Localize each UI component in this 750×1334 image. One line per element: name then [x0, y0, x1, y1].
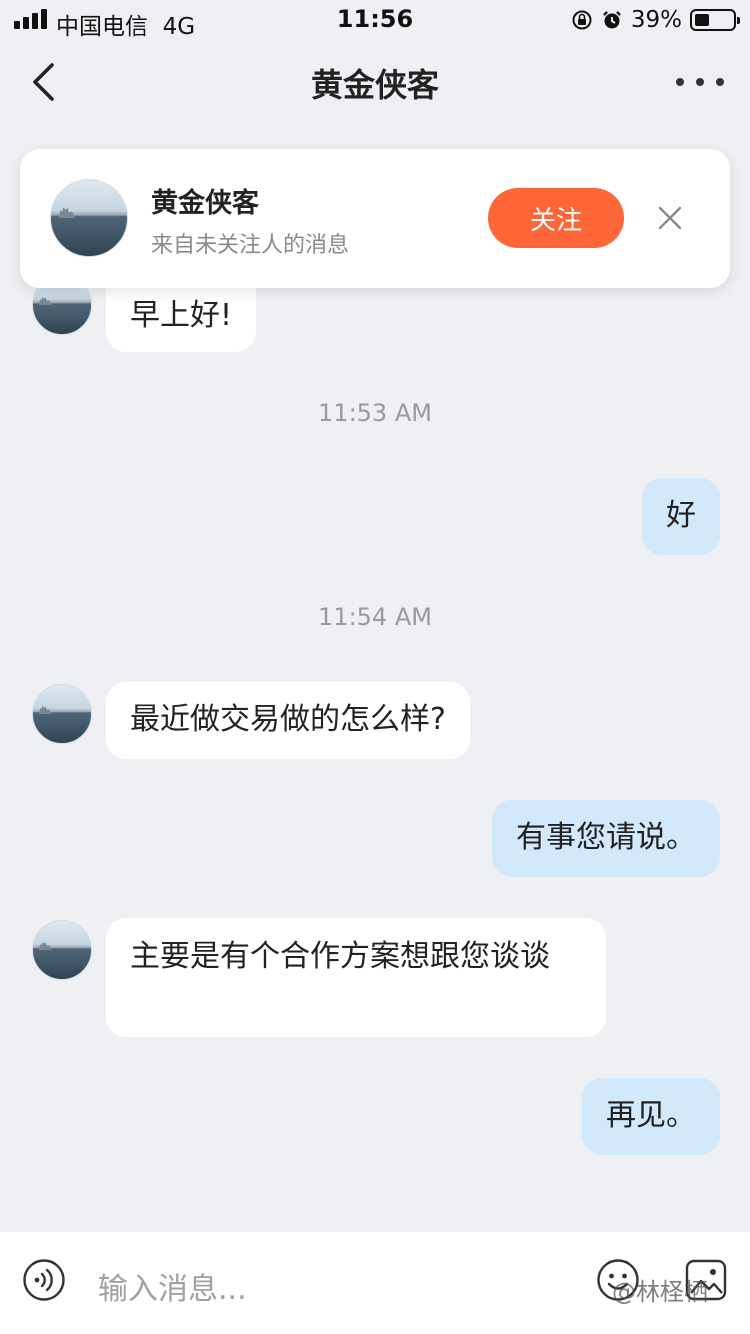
- outgoing-message: 好: [642, 478, 720, 555]
- message-input[interactable]: 输入消息...: [98, 1264, 247, 1308]
- watermark-text: @林柽栖: [612, 1278, 708, 1306]
- sender-subtitle: 来自未关注人的消息: [151, 233, 350, 258]
- incoming-message: 最近做交易做的怎么样?: [106, 682, 470, 759]
- follow-button[interactable]: 关注: [488, 188, 624, 248]
- orientation-lock-icon: [572, 10, 592, 30]
- incoming-message: 早上好!: [106, 278, 257, 352]
- sender-name: 黄金侠客: [151, 188, 259, 219]
- avatar[interactable]: [50, 179, 128, 257]
- incoming-message: 主要是有个合作方案想跟您谈谈: [106, 918, 606, 1037]
- battery-percent: 39%: [630, 7, 682, 33]
- status-bar: 中国电信 4G 11:56 39%: [0, 0, 750, 42]
- outgoing-message: 有事您请说。: [492, 800, 720, 877]
- nav-bar: 黄金侠客: [0, 42, 750, 124]
- more-options-icon[interactable]: [676, 66, 724, 98]
- alarm-icon: [603, 11, 621, 29]
- message-timestamp: 11:54 AM: [318, 603, 432, 631]
- follow-prompt-card: 黄金侠客 来自未关注人的消息 关注: [20, 149, 730, 288]
- voice-icon[interactable]: [22, 1258, 66, 1302]
- message-timestamp: 11:53 AM: [318, 399, 432, 427]
- page-title: 黄金侠客: [310, 66, 439, 104]
- avatar[interactable]: [32, 684, 92, 744]
- avatar[interactable]: [32, 920, 92, 980]
- close-icon[interactable]: [654, 202, 686, 234]
- input-bar: 输入消息... @林柽栖: [0, 1232, 750, 1334]
- battery-icon: [690, 9, 740, 31]
- outgoing-message: 再见。: [582, 1078, 720, 1155]
